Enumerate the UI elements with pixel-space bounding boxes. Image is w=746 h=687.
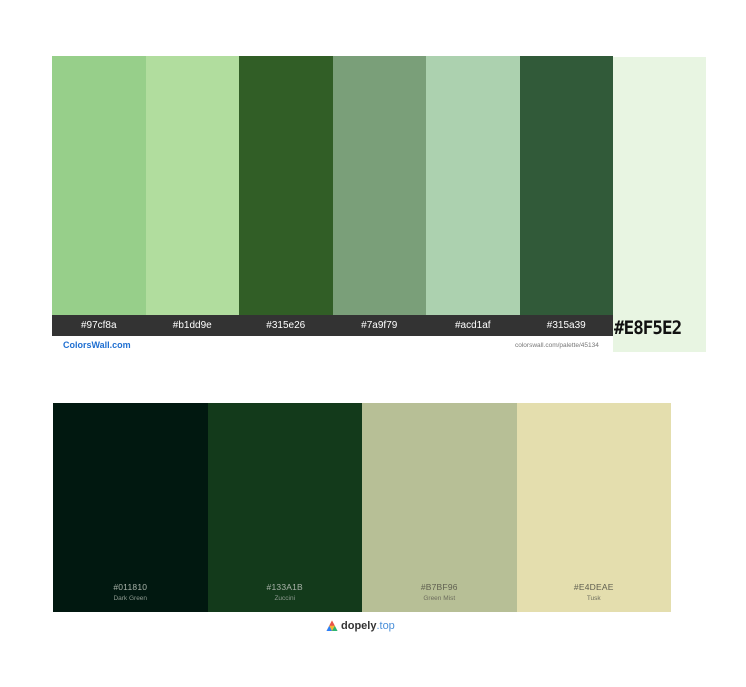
dopely-color-name: Zuccini xyxy=(274,595,296,602)
dopely-color-name: Tusk xyxy=(586,595,601,602)
dopely-brand-tld: .top xyxy=(376,620,395,632)
colorswall-swatch[interactable] xyxy=(426,56,520,315)
colorswall-hex-label: #b1dd9e xyxy=(172,320,212,331)
colorswall-palette: #97cf8a #b1dd9e #315e26 #7a9f79 #acd1af … xyxy=(52,56,613,336)
colorswall-swatch[interactable] xyxy=(519,56,613,315)
dopely-hex-label: #E4DEAE xyxy=(573,582,614,592)
dopely-color-name: Dark Green xyxy=(113,595,148,602)
colorswall-swatch-row xyxy=(52,56,613,315)
dopely-brand-text: dopely.top xyxy=(341,620,395,632)
dopely-hex-label: #133A1B xyxy=(266,582,303,592)
extra-color-hex-label: #E8F5E2 xyxy=(614,317,682,339)
dopely-swatch[interactable]: #E4DEAE Tusk xyxy=(516,403,671,612)
dopely-palette: #011810 Dark Green #133A1B Zuccini #B7BF… xyxy=(53,403,671,612)
colorswall-hex-label: #7a9f79 xyxy=(361,320,398,331)
colorswall-swatch[interactable] xyxy=(145,56,239,315)
dopely-hex-label: #011810 xyxy=(113,582,148,592)
dopely-brand-name: dopely xyxy=(341,620,377,632)
extra-color-swatch[interactable] xyxy=(613,57,706,352)
dopely-hex-label: #B7BF96 xyxy=(420,582,458,592)
colorswall-hex-label: #315e26 xyxy=(266,320,306,331)
dopely-swatch[interactable]: #133A1B Zuccini xyxy=(207,403,362,612)
colorswall-hex-label: #97cf8a xyxy=(80,320,117,331)
colorswall-swatch[interactable] xyxy=(52,56,146,315)
dopely-logo-icon xyxy=(326,620,338,631)
colorswall-brand-link[interactable]: ColorsWall.com xyxy=(63,340,131,350)
dopely-swatch[interactable]: #011810 Dark Green xyxy=(53,403,208,612)
colorswall-hex-label: #315a39 xyxy=(546,320,586,331)
colorswall-palette-url[interactable]: colorswall.com/palette/45134 xyxy=(515,342,599,349)
dopely-color-name: Green Mist xyxy=(423,595,456,602)
colorswall-swatch[interactable] xyxy=(239,56,333,315)
dopely-swatch[interactable]: #B7BF96 Green Mist xyxy=(362,403,517,612)
dopely-brand-link[interactable]: dopely.top xyxy=(326,618,395,634)
colorswall-label-bar: #97cf8a #b1dd9e #315e26 #7a9f79 #acd1af … xyxy=(52,315,613,336)
colorswall-hex-label: #acd1af xyxy=(454,320,491,331)
colorswall-swatch[interactable] xyxy=(332,56,426,315)
